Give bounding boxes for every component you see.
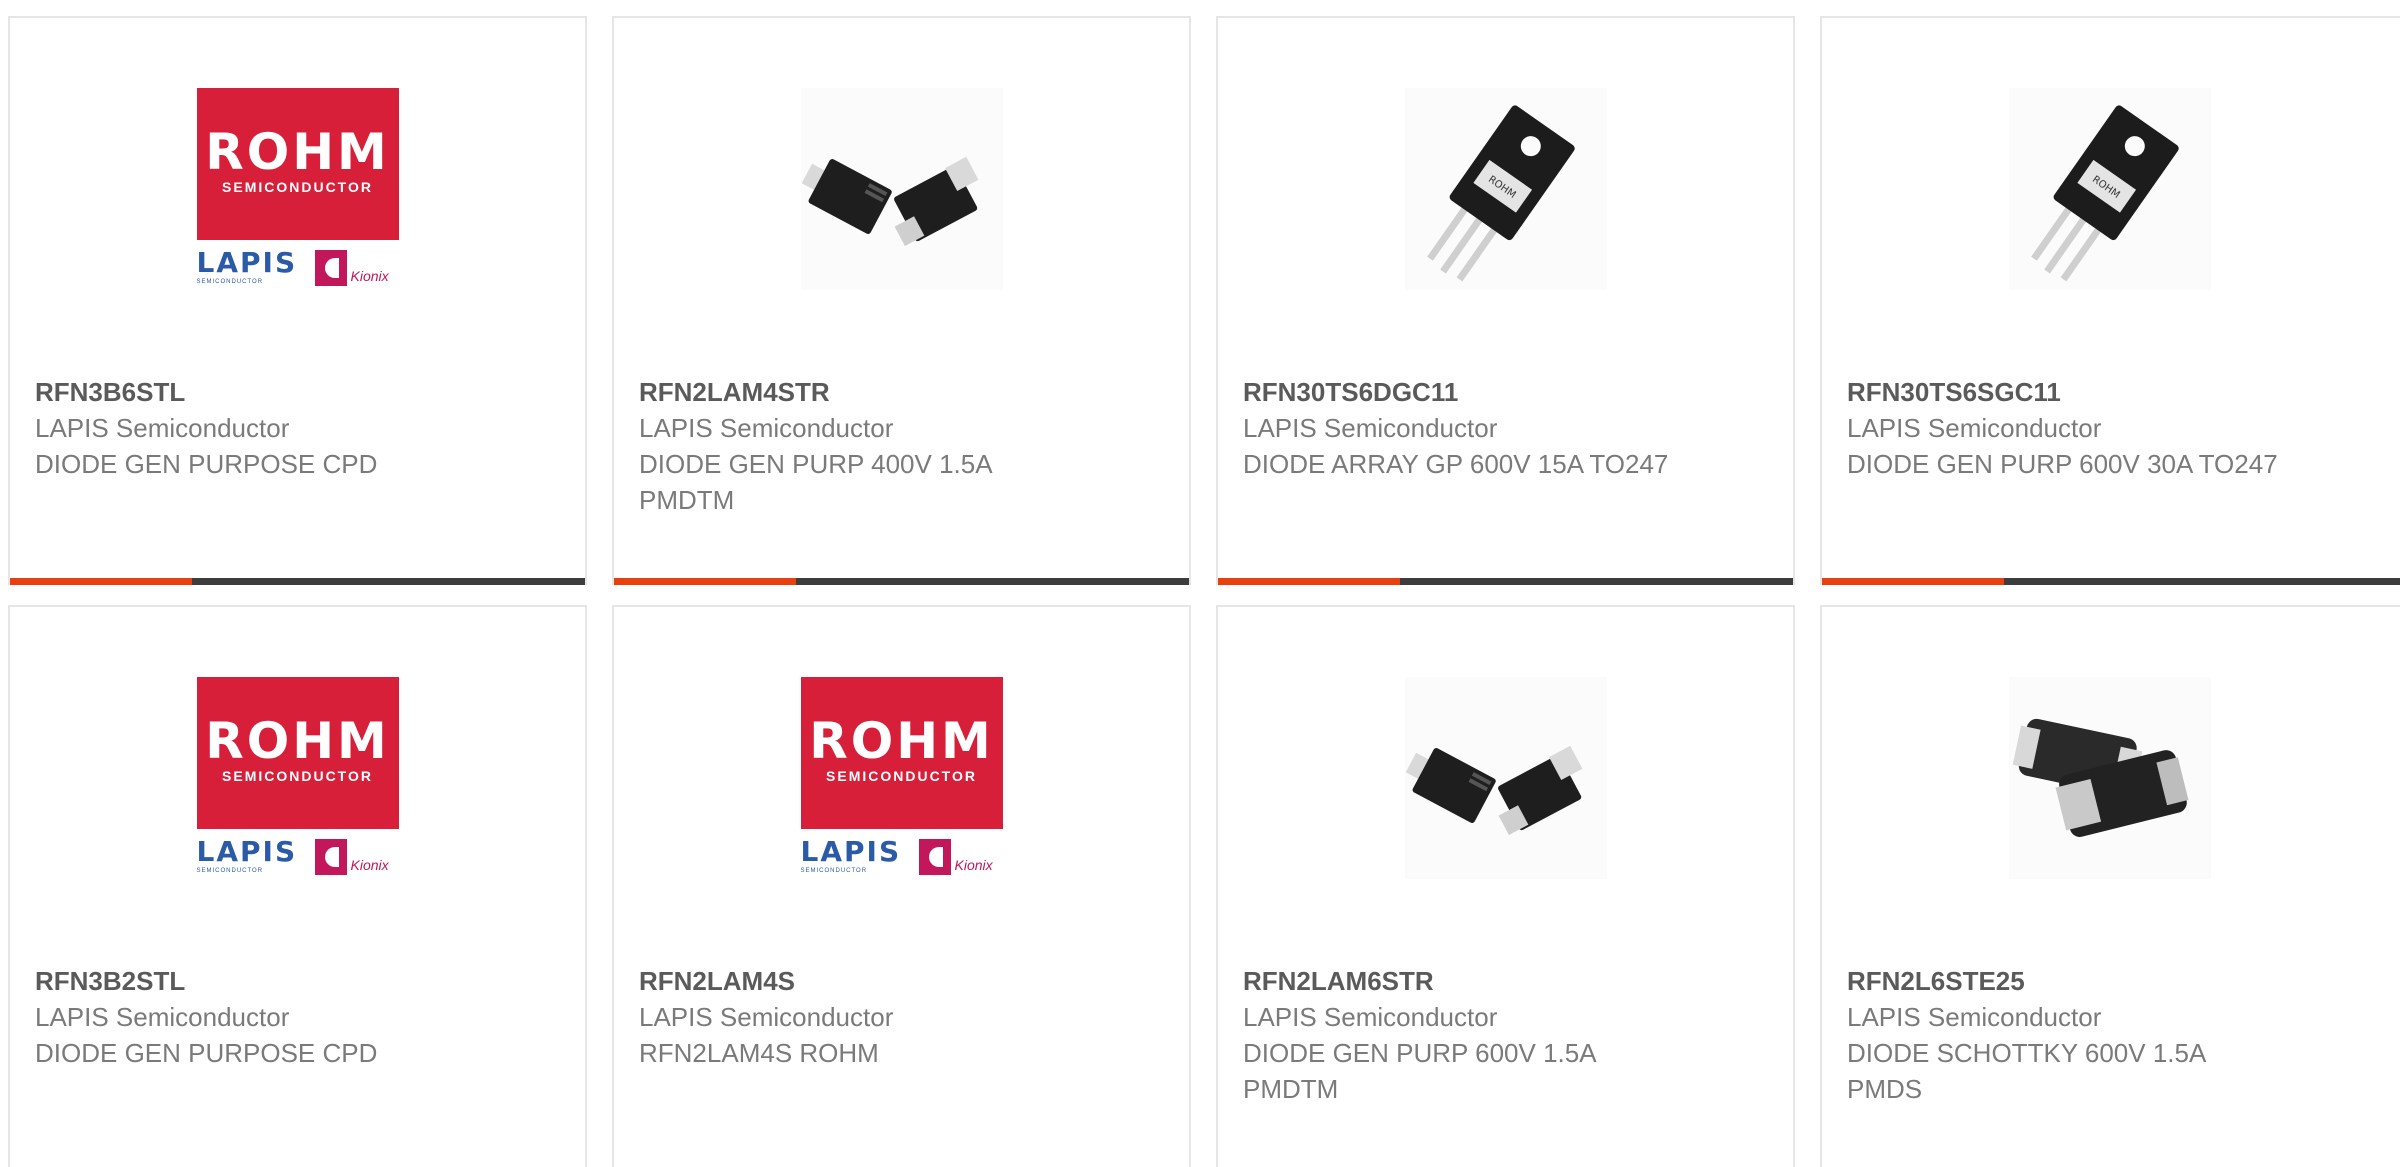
part-number[interactable]: RFN30TS6SGC11 <box>1847 374 2383 410</box>
manufacturer: LAPIS Semiconductor <box>1243 413 1498 443</box>
part-number[interactable]: RFN2LAM4STR <box>639 374 1164 410</box>
smd-diode-icon <box>800 88 1003 290</box>
pmds-diode-icon <box>2009 677 2211 879</box>
product-card[interactable]: RFN2L6STE25 LAPIS Semiconductor DIODE SC… <box>1820 605 2400 1167</box>
description: DIODE SCHOTTKY 600V 1.5A PMDS <box>1847 1038 2205 1104</box>
description: DIODE GEN PURP 400V 1.5A PMDTM <box>639 449 992 515</box>
rohm-logo: ROHM SEMICONDUCTOR LAPIS SEMICONDUCTOR Kio… <box>196 677 399 879</box>
card-underline <box>10 578 585 585</box>
part-number[interactable]: RFN2L6STE25 <box>1847 963 2383 999</box>
product-image[interactable]: ROHM SEMICONDUCTOR LAPIS SEMICONDUCTOR Kio… <box>196 677 399 879</box>
description: DIODE ARRAY GP 600V 15A TO247 <box>1243 449 1669 479</box>
product-card[interactable]: ROHM SEMICONDUCTOR LAPIS SEMICONDUCTOR Kio… <box>8 605 587 1167</box>
product-image[interactable]: ROHM SEMICONDUCTOR LAPIS SEMICONDUCTOR Kio… <box>196 88 399 290</box>
rohm-logo: ROHM SEMICONDUCTOR LAPIS SEMICONDUCTOR Kio… <box>800 677 1003 879</box>
manufacturer: LAPIS Semiconductor <box>1847 1002 2102 1032</box>
to247-package-icon: ROHM <box>2009 88 2211 290</box>
rohm-logo: ROHM SEMICONDUCTOR LAPIS SEMICONDUCTOR Kio… <box>196 88 399 290</box>
product-image[interactable]: ROHM <box>2009 88 2211 290</box>
product-card[interactable]: RFN2LAM6STR LAPIS Semiconductor DIODE GE… <box>1216 605 1795 1167</box>
description: DIODE GEN PURP 600V 30A TO247 <box>1847 449 2278 479</box>
product-card[interactable]: RFN2LAM4STR LAPIS Semiconductor DIODE GE… <box>612 16 1191 585</box>
product-image[interactable]: ROHM <box>1404 88 1607 290</box>
manufacturer: LAPIS Semiconductor <box>639 1002 894 1032</box>
manufacturer: LAPIS Semiconductor <box>35 1002 290 1032</box>
product-card[interactable]: ROHM SEMICONDUCTOR LAPIS SEMICONDUCTOR Kio… <box>8 16 587 585</box>
card-underline <box>614 578 1189 585</box>
card-underline <box>1218 578 1793 585</box>
description: RFN2LAM4S ROHM <box>639 1038 879 1068</box>
to247-package-icon: ROHM <box>1404 88 1607 290</box>
product-card[interactable]: ROHM RFN30TS6SGC11 LAPIS Semiconductor D… <box>1820 16 2400 585</box>
smd-diode-icon <box>1404 677 1607 879</box>
product-grid: ROHM SEMICONDUCTOR LAPIS SEMICONDUCTOR Kio… <box>0 0 2400 1167</box>
part-number[interactable]: RFN30TS6DGC11 <box>1243 374 1768 410</box>
product-image[interactable] <box>2009 677 2211 879</box>
card-underline <box>1822 578 2400 585</box>
manufacturer: LAPIS Semiconductor <box>639 413 894 443</box>
manufacturer: LAPIS Semiconductor <box>35 413 290 443</box>
product-image[interactable]: ROHM SEMICONDUCTOR LAPIS SEMICONDUCTOR Kio… <box>800 677 1003 879</box>
manufacturer: LAPIS Semiconductor <box>1243 1002 1498 1032</box>
part-number[interactable]: RFN3B6STL <box>35 374 560 410</box>
product-image[interactable] <box>1404 677 1607 879</box>
description: DIODE GEN PURP 600V 1.5A PMDTM <box>1243 1038 1596 1104</box>
part-number[interactable]: RFN3B2STL <box>35 963 560 999</box>
description: DIODE GEN PURPOSE CPD <box>35 1038 378 1068</box>
part-number[interactable]: RFN2LAM4S <box>639 963 1164 999</box>
product-image[interactable] <box>800 88 1003 290</box>
product-card[interactable]: ROHM SEMICONDUCTOR LAPIS SEMICONDUCTOR Kio… <box>612 605 1191 1167</box>
description: DIODE GEN PURPOSE CPD <box>35 449 378 479</box>
part-number[interactable]: RFN2LAM6STR <box>1243 963 1768 999</box>
product-card[interactable]: ROHM RFN30TS6DGC11 LAPIS Semiconductor D… <box>1216 16 1795 585</box>
manufacturer: LAPIS Semiconductor <box>1847 413 2102 443</box>
